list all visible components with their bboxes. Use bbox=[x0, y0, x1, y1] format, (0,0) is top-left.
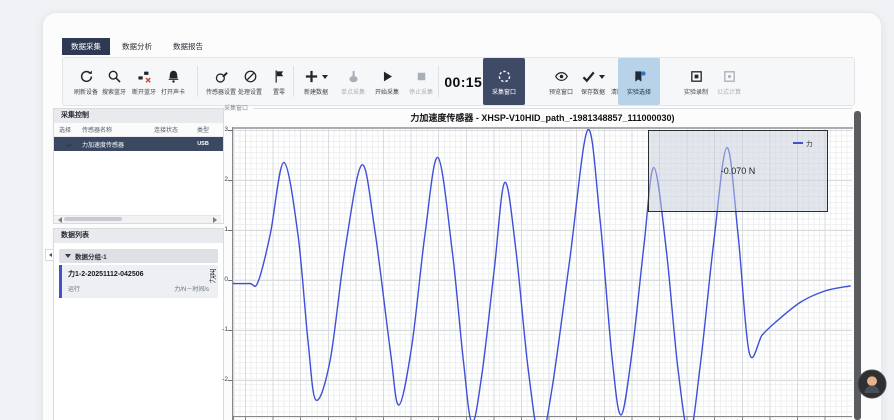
play-icon bbox=[380, 69, 395, 84]
panel-title: 采集控制 bbox=[54, 109, 223, 123]
plus-icon bbox=[304, 69, 319, 84]
caret-down-icon[interactable] bbox=[322, 75, 328, 82]
data-item-title: 力1-2-20251112-042506 bbox=[68, 269, 144, 279]
sensor-pen-icon bbox=[214, 69, 229, 84]
dash-circle-icon bbox=[497, 69, 512, 84]
tab-data-analysis[interactable]: 数据分析 bbox=[113, 38, 161, 55]
app-window: 数据采集 数据分析 数据报告 00:15:54 刷新设备搜索蓝牙断开蓝牙打开声卡… bbox=[0, 0, 894, 420]
toolbar-button-label: 预览窗口 bbox=[549, 87, 573, 96]
toolbar-button-label: 打开声卡 bbox=[161, 87, 185, 96]
toolbar-button-open-soundcard[interactable]: 打开声卡 bbox=[155, 61, 191, 102]
data-group-row[interactable]: 数据分组-1 bbox=[59, 249, 218, 263]
selection-annotation: -0.070 N bbox=[721, 166, 756, 176]
y-tick-label: 1 bbox=[208, 225, 228, 235]
eye-icon bbox=[554, 69, 569, 84]
flag-icon bbox=[272, 69, 287, 84]
stop-icon bbox=[414, 69, 429, 84]
toolbar-button-single-point-collect[interactable]: 单点采集 bbox=[335, 61, 371, 102]
y-tick-label: -1 bbox=[208, 325, 228, 335]
toolbar-button-label: 开始采集 bbox=[375, 87, 399, 96]
sensor-table-header: 选择 传感器名称 连接状态 类型 bbox=[54, 123, 223, 137]
tab-label: 数据采集 bbox=[71, 41, 101, 52]
tab-data-collect[interactable]: 数据采集 bbox=[62, 38, 110, 55]
toolbar-button-zero-set[interactable]: 置零 bbox=[261, 61, 297, 102]
data-item-axes: 力/N－时间/s bbox=[174, 284, 209, 293]
exp-record-icon bbox=[689, 69, 704, 84]
data-list-panel: 数据列表 数据分组-1 力1-2-20251112-042506 运行 力/N－… bbox=[53, 228, 224, 420]
toolbar-button-experiment-select[interactable]: 实验选择 bbox=[618, 58, 660, 105]
tab-label: 数据分析 bbox=[122, 41, 152, 52]
toolbar-button-label: 搜索蓝牙 bbox=[102, 87, 126, 96]
toolbar-button-stop-collect[interactable]: 停止采集 bbox=[403, 61, 439, 102]
search-icon bbox=[107, 69, 122, 84]
panel-title: 数据列表 bbox=[54, 229, 223, 243]
horizontal-scrollbar[interactable] bbox=[54, 215, 221, 223]
col-sensor-name: 传感器名称 bbox=[82, 125, 144, 134]
toolbar-button-collect-window[interactable]: 采集窗口 bbox=[483, 58, 525, 105]
refresh-icon bbox=[79, 69, 94, 84]
bell-icon bbox=[166, 69, 181, 84]
bt-disconnect-icon bbox=[137, 69, 152, 84]
col-connect-status: 连接状态 bbox=[144, 125, 188, 134]
toolbar-button-formula-calc[interactable]: 公式计算 bbox=[711, 61, 747, 102]
y-tick-label: 2 bbox=[208, 175, 228, 185]
toolbar-button-label: 置零 bbox=[273, 87, 285, 96]
toolbar-button-label: 新建数据 bbox=[304, 87, 328, 96]
data-group-label: 数据分组-1 bbox=[75, 251, 107, 261]
sensor-name: 力加速度传感器 bbox=[82, 140, 144, 149]
toolbar-button-label: 实验选择 bbox=[627, 87, 651, 96]
toolbar-button-experiment-record[interactable]: 实验录制 bbox=[678, 61, 714, 102]
toolbar-button-label: 采集窗口 bbox=[492, 87, 516, 96]
exp-select-icon bbox=[632, 69, 647, 84]
chevron-left-icon bbox=[47, 253, 52, 257]
chart-legend: 力 bbox=[793, 138, 813, 148]
toolbar-button-label: 实验录制 bbox=[684, 87, 708, 96]
tab-label: 数据报告 bbox=[173, 41, 203, 52]
toolbar-button-label: 刷新设备 bbox=[74, 87, 98, 96]
sensor-type: USB bbox=[188, 141, 218, 147]
toolbar: 00:15:54 刷新设备搜索蓝牙断开蓝牙打开声卡传感器设置处理设置置零新建数据… bbox=[62, 57, 855, 106]
sensor-table-row[interactable]: 力加速度传感器 USB bbox=[54, 137, 223, 151]
chart-title: 力加速度传感器 - XHSP-V10HID_path_-1981348857_1… bbox=[233, 111, 852, 124]
hand-icon bbox=[346, 69, 361, 84]
check-icon bbox=[66, 141, 72, 147]
divider bbox=[254, 108, 852, 109]
scroll-left-icon[interactable] bbox=[55, 217, 62, 223]
legend-line-swatch bbox=[793, 142, 803, 144]
toolbar-button-preview-window[interactable]: 预览窗口 bbox=[543, 61, 579, 102]
toolbar-button-label: 断开蓝牙 bbox=[132, 87, 156, 96]
chevron-down-icon bbox=[65, 254, 71, 261]
assistant-avatar[interactable] bbox=[857, 369, 887, 399]
collect-control-panel: 采集控制 选择 传感器名称 连接状态 类型 力加速度传感器 USB bbox=[53, 108, 224, 224]
y-tick-label: -2 bbox=[208, 375, 228, 385]
data-list-item[interactable]: 力1-2-20251112-042506 运行 力/N－时间/s bbox=[59, 265, 218, 298]
check-icon bbox=[581, 69, 596, 84]
col-select: 选择 bbox=[54, 125, 82, 134]
toolbar-button-start-collect[interactable]: 开始采集 bbox=[369, 61, 405, 102]
gauge-icon bbox=[243, 69, 258, 84]
legend-label: 力 bbox=[806, 138, 813, 148]
scrollbar-thumb[interactable] bbox=[64, 217, 122, 221]
toolbar-button-label: 停止采集 bbox=[409, 87, 433, 96]
data-item-status: 运行 bbox=[68, 284, 80, 293]
toolbar-button-new-data[interactable]: 新建数据 bbox=[298, 61, 334, 102]
y-axis-label: 力[N] bbox=[206, 269, 216, 284]
formula-icon bbox=[722, 69, 737, 84]
main-tabs: 数据采集 数据分析 数据报告 bbox=[62, 38, 212, 55]
toolbar-button-label: 处理设置 bbox=[238, 87, 262, 96]
toolbar-button-label: 保存数据 bbox=[581, 87, 605, 96]
y-tick-label: 3 bbox=[208, 125, 228, 135]
toolbar-separator bbox=[197, 66, 198, 97]
toolbar-button-label: 单点采集 bbox=[341, 87, 365, 96]
scroll-right-icon[interactable] bbox=[213, 217, 220, 223]
tab-data-report[interactable]: 数据报告 bbox=[164, 38, 212, 55]
toolbar-button-label: 公式计算 bbox=[717, 87, 741, 96]
